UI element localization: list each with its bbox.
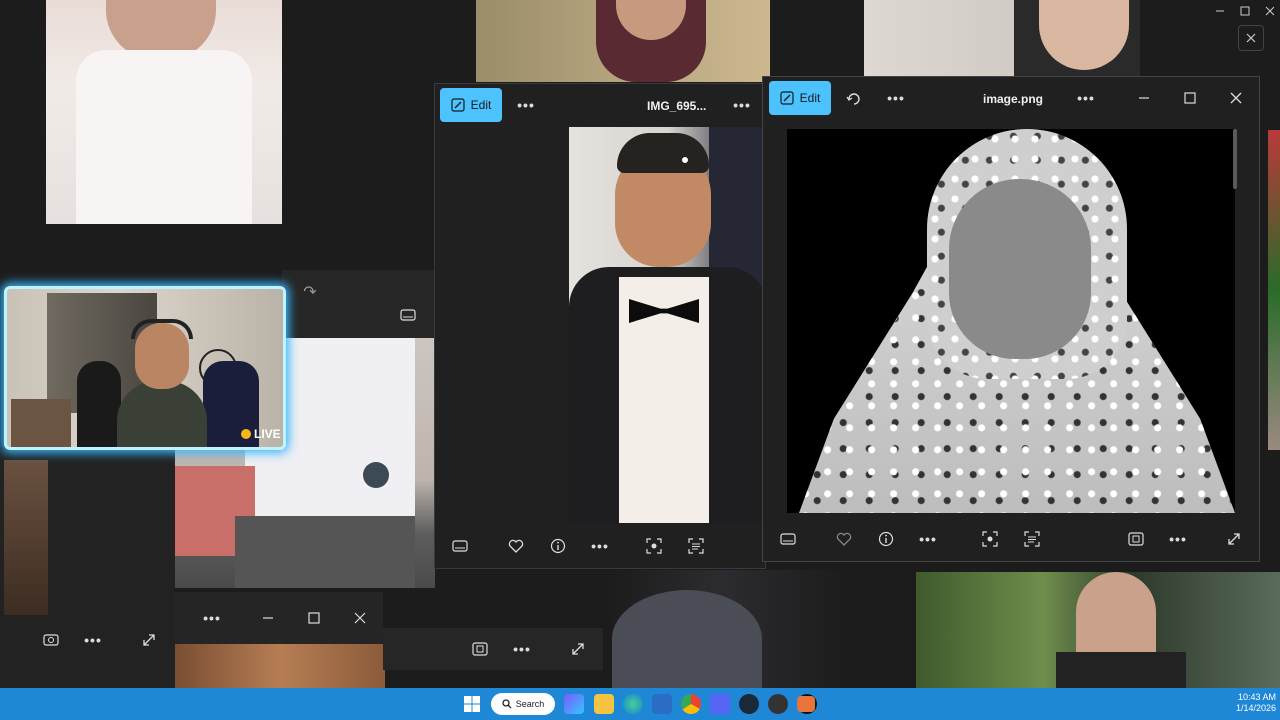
clock-time: 10:43 AM <box>1237 692 1276 702</box>
favorite-heart-icon[interactable] <box>505 536 527 556</box>
more-options-icon[interactable]: ••• <box>729 96 755 114</box>
fit-screen-icon[interactable] <box>1125 529 1147 549</box>
maximize-icon[interactable] <box>1179 89 1201 107</box>
expand-icon[interactable] <box>567 640 589 658</box>
rotate-icon[interactable] <box>843 89 865 109</box>
live-badge: LIVE <box>241 427 281 441</box>
close-icon[interactable] <box>1260 2 1280 20</box>
more-options-icon[interactable]: ••• <box>1165 529 1191 549</box>
photo-viewer-window-bottom-left: ••• <box>175 592 383 644</box>
photo-viewer-window-image-png: Edit ••• image.png ••• ••• ••• <box>762 76 1260 562</box>
clock-date: 1/14/2026 <box>1235 703 1276 713</box>
expand-icon[interactable] <box>138 630 160 650</box>
close-icon[interactable] <box>349 608 371 628</box>
minimize-icon[interactable] <box>1133 89 1155 107</box>
slideshow-icon[interactable] <box>449 536 471 556</box>
edit-image-icon <box>451 98 465 112</box>
play-icon <box>241 429 251 439</box>
slideshow-icon[interactable] <box>398 306 418 324</box>
info-icon[interactable] <box>547 536 569 556</box>
background-photo-right-edge <box>1268 130 1280 450</box>
edit-button[interactable]: Edit <box>440 88 502 122</box>
text-scan-icon[interactable] <box>1021 529 1043 549</box>
edit-image-icon <box>780 91 794 105</box>
favorite-heart-icon[interactable] <box>833 529 855 549</box>
photo-viewer-window-center: Edit ••• IMG_695... ••• ••• <box>434 83 766 569</box>
photo-viewer-toolbar-left: ••• <box>0 620 175 660</box>
file-explorer-icon[interactable] <box>594 694 614 714</box>
background-photo-top-center <box>476 0 770 82</box>
background-photo-left-strip <box>4 460 48 615</box>
live-label: LIVE <box>254 427 281 441</box>
outlook-icon[interactable] <box>652 694 672 714</box>
expand-icon[interactable] <box>1223 529 1245 549</box>
background-photo-bottom-center <box>602 570 840 688</box>
minimize-icon[interactable] <box>1210 2 1230 20</box>
visual-search-icon[interactable] <box>979 529 1001 549</box>
obs-icon[interactable] <box>768 694 788 714</box>
taskbar: Search 10:43 AM 1/14/2026 <box>0 688 1280 720</box>
maximize-icon[interactable] <box>303 608 325 628</box>
edit-button[interactable]: Edit <box>769 81 831 115</box>
more-options-icon[interactable]: ••• <box>915 529 941 549</box>
windows-start-icon[interactable] <box>462 694 482 714</box>
search-icon <box>502 699 512 709</box>
visual-search-icon[interactable] <box>643 536 665 556</box>
search-box[interactable]: Search <box>491 693 555 715</box>
zoom-cursor-icon <box>679 154 693 168</box>
screenshot-icon[interactable] <box>40 630 62 650</box>
chrome-icon[interactable] <box>681 694 701 714</box>
more-options-icon[interactable]: ••• <box>513 96 539 114</box>
photo-viewer-toolbar-bottom: ••• <box>383 628 603 670</box>
redo-icon[interactable]: ↷ <box>300 282 320 302</box>
background-photo-top-left <box>46 0 282 224</box>
more-options-icon[interactable]: ••• <box>509 640 535 658</box>
main-photo-boy-in-tuxedo <box>569 127 765 523</box>
file-name: image.png <box>983 92 1044 106</box>
edge-browser-icon[interactable] <box>623 694 643 714</box>
slideshow-icon[interactable] <box>777 529 799 549</box>
background-photo-bottom-left <box>175 644 385 688</box>
more-options-icon[interactable]: ••• <box>883 89 909 107</box>
edit-button-label: Edit <box>799 91 821 105</box>
more-options-icon[interactable]: ••• <box>80 630 106 650</box>
discord-icon[interactable] <box>710 694 730 714</box>
close-icon[interactable] <box>1225 89 1247 107</box>
more-options-icon[interactable]: ••• <box>1073 89 1099 107</box>
scrollbar-thumb[interactable] <box>1233 129 1237 189</box>
file-name: IMG_695... <box>647 99 707 113</box>
app-orange-icon[interactable] <box>797 696 815 712</box>
text-scan-icon[interactable] <box>685 536 707 556</box>
more-options-icon[interactable]: ••• <box>587 536 613 556</box>
minimize-icon[interactable] <box>257 608 279 628</box>
more-options-icon[interactable]: ••• <box>199 608 225 628</box>
search-label: Search <box>515 699 545 709</box>
info-icon[interactable] <box>875 529 897 549</box>
webcam-overlay: LIVE <box>4 286 286 450</box>
main-photo-image-png <box>787 129 1235 513</box>
close-icon[interactable] <box>1238 25 1264 51</box>
background-photo-bottom-right <box>916 572 1280 688</box>
clock[interactable]: 10:43 AM 1/14/2026 <box>1218 692 1276 714</box>
steam-icon[interactable] <box>739 694 759 714</box>
fit-screen-icon[interactable] <box>469 640 491 658</box>
widgets-icon[interactable] <box>564 694 584 714</box>
photo-viewer-window-left-partial: ↷ <box>282 270 434 338</box>
edit-button-label: Edit <box>470 98 492 112</box>
background-photo-top-right <box>864 0 1140 76</box>
maximize-icon[interactable] <box>1235 2 1255 20</box>
